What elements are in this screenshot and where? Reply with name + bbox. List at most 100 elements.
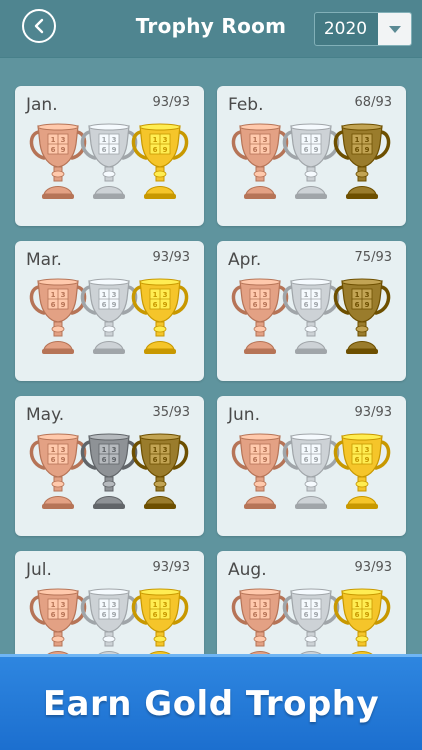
month-card[interactable]: May. 35/93 1 3 6 9 1 3 6 9 1 3 6 9 <box>15 396 204 536</box>
svg-text:6: 6 <box>355 456 360 464</box>
trophy-digit-badge: 1 3 6 9 <box>149 598 171 620</box>
trophy-digit-badge: 1 3 6 9 <box>351 133 373 155</box>
svg-text:1: 1 <box>51 291 56 299</box>
svg-text:3: 3 <box>314 291 319 299</box>
trophy-digit-badge: 1 3 6 9 <box>47 288 69 310</box>
svg-text:3: 3 <box>163 136 168 144</box>
svg-text:9: 9 <box>112 456 117 464</box>
svg-text:9: 9 <box>314 301 319 309</box>
trophy-digit-badge: 1 3 6 9 <box>300 443 322 465</box>
svg-text:3: 3 <box>163 601 168 609</box>
month-label: Apr. <box>228 250 262 270</box>
month-card[interactable]: Jan. 93/93 1 3 6 9 1 3 6 9 1 3 6 9 <box>15 86 204 226</box>
trophy-row: 1 3 6 9 1 3 6 9 1 3 6 9 <box>26 120 196 210</box>
svg-text:1: 1 <box>153 446 158 454</box>
svg-text:3: 3 <box>314 136 319 144</box>
trophy-digit-badge: 1 3 6 9 <box>351 443 373 465</box>
svg-text:6: 6 <box>51 611 56 619</box>
trophy-row: 1 3 6 9 1 3 6 9 1 3 6 9 <box>228 120 398 210</box>
svg-text:6: 6 <box>253 301 258 309</box>
svg-text:9: 9 <box>61 301 66 309</box>
dropdown-toggle[interactable] <box>378 13 411 45</box>
trophy-digit-badge: 1 3 6 9 <box>300 288 322 310</box>
trophy-digit-badge: 1 3 6 9 <box>149 133 171 155</box>
svg-text:1: 1 <box>253 291 258 299</box>
svg-text:6: 6 <box>304 146 309 154</box>
svg-text:6: 6 <box>253 611 258 619</box>
svg-text:6: 6 <box>355 146 360 154</box>
gold-trophy-icon: 1 3 6 9 <box>128 120 192 210</box>
month-label: May. <box>26 405 65 425</box>
trophy-digit-badge: 1 3 6 9 <box>249 133 271 155</box>
trophy-digit-badge: 1 3 6 9 <box>300 133 322 155</box>
year-dropdown[interactable]: 2020 <box>314 12 412 46</box>
svg-text:9: 9 <box>314 611 319 619</box>
trophy-digit-badge: 1 3 6 9 <box>249 598 271 620</box>
svg-text:1: 1 <box>355 136 360 144</box>
svg-text:1: 1 <box>102 601 107 609</box>
svg-text:3: 3 <box>263 446 268 454</box>
svg-text:1: 1 <box>304 291 309 299</box>
svg-text:3: 3 <box>61 446 66 454</box>
svg-text:3: 3 <box>61 136 66 144</box>
svg-text:6: 6 <box>153 301 158 309</box>
svg-text:1: 1 <box>253 601 258 609</box>
svg-text:3: 3 <box>365 601 370 609</box>
svg-text:1: 1 <box>153 136 158 144</box>
svg-text:1: 1 <box>51 601 56 609</box>
dark-gold-trophy-icon: 1 3 6 9 <box>128 430 192 520</box>
month-label: Jul. <box>26 560 52 580</box>
svg-text:1: 1 <box>355 446 360 454</box>
puzzle-count: 93/93 <box>354 405 392 420</box>
svg-text:1: 1 <box>102 291 107 299</box>
puzzle-count: 68/93 <box>354 95 392 110</box>
puzzle-count: 93/93 <box>152 560 190 575</box>
svg-text:3: 3 <box>112 446 117 454</box>
svg-text:6: 6 <box>102 456 107 464</box>
svg-text:9: 9 <box>163 146 168 154</box>
trophy-row: 1 3 6 9 1 3 6 9 1 3 6 9 <box>228 430 398 520</box>
trophy-digit-badge: 1 3 6 9 <box>98 133 120 155</box>
svg-text:1: 1 <box>51 446 56 454</box>
puzzle-count: 93/93 <box>152 95 190 110</box>
month-card[interactable]: Apr. 75/93 1 3 6 9 1 3 6 9 1 3 6 9 <box>217 241 406 381</box>
svg-text:9: 9 <box>61 456 66 464</box>
svg-text:1: 1 <box>102 446 107 454</box>
svg-text:9: 9 <box>263 301 268 309</box>
svg-text:6: 6 <box>51 146 56 154</box>
svg-text:6: 6 <box>355 301 360 309</box>
svg-text:6: 6 <box>253 146 258 154</box>
svg-text:6: 6 <box>102 301 107 309</box>
month-card[interactable]: Jun. 93/93 1 3 6 9 1 3 6 9 1 3 6 9 <box>217 396 406 536</box>
back-button[interactable] <box>22 9 56 43</box>
month-label: Mar. <box>26 250 62 270</box>
svg-text:3: 3 <box>112 291 117 299</box>
svg-text:3: 3 <box>163 291 168 299</box>
svg-text:9: 9 <box>61 611 66 619</box>
dark-gold-trophy-icon: 1 3 6 9 <box>330 120 394 210</box>
svg-text:6: 6 <box>153 146 158 154</box>
month-card[interactable]: Feb. 68/93 1 3 6 9 1 3 6 9 1 3 6 9 <box>217 86 406 226</box>
puzzle-count: 93/93 <box>152 250 190 265</box>
month-label: Aug. <box>228 560 267 580</box>
svg-text:6: 6 <box>304 611 309 619</box>
trophy-digit-badge: 1 3 6 9 <box>300 598 322 620</box>
svg-text:1: 1 <box>153 601 158 609</box>
trophy-digit-badge: 1 3 6 9 <box>351 598 373 620</box>
trophy-digit-badge: 1 3 6 9 <box>47 443 69 465</box>
svg-text:3: 3 <box>263 136 268 144</box>
trophy-digit-badge: 1 3 6 9 <box>249 443 271 465</box>
svg-text:9: 9 <box>112 611 117 619</box>
svg-text:9: 9 <box>163 456 168 464</box>
month-label: Feb. <box>228 95 264 115</box>
svg-text:6: 6 <box>102 146 107 154</box>
svg-text:6: 6 <box>51 301 56 309</box>
trophy-digit-badge: 1 3 6 9 <box>98 443 120 465</box>
puzzle-count: 75/93 <box>354 250 392 265</box>
trophy-digit-badge: 1 3 6 9 <box>149 443 171 465</box>
svg-text:3: 3 <box>112 601 117 609</box>
month-card[interactable]: Mar. 93/93 1 3 6 9 1 3 6 9 1 3 6 9 <box>15 241 204 381</box>
svg-text:3: 3 <box>61 601 66 609</box>
svg-text:9: 9 <box>365 301 370 309</box>
trophy-row: 1 3 6 9 1 3 6 9 1 3 6 9 <box>228 275 398 365</box>
